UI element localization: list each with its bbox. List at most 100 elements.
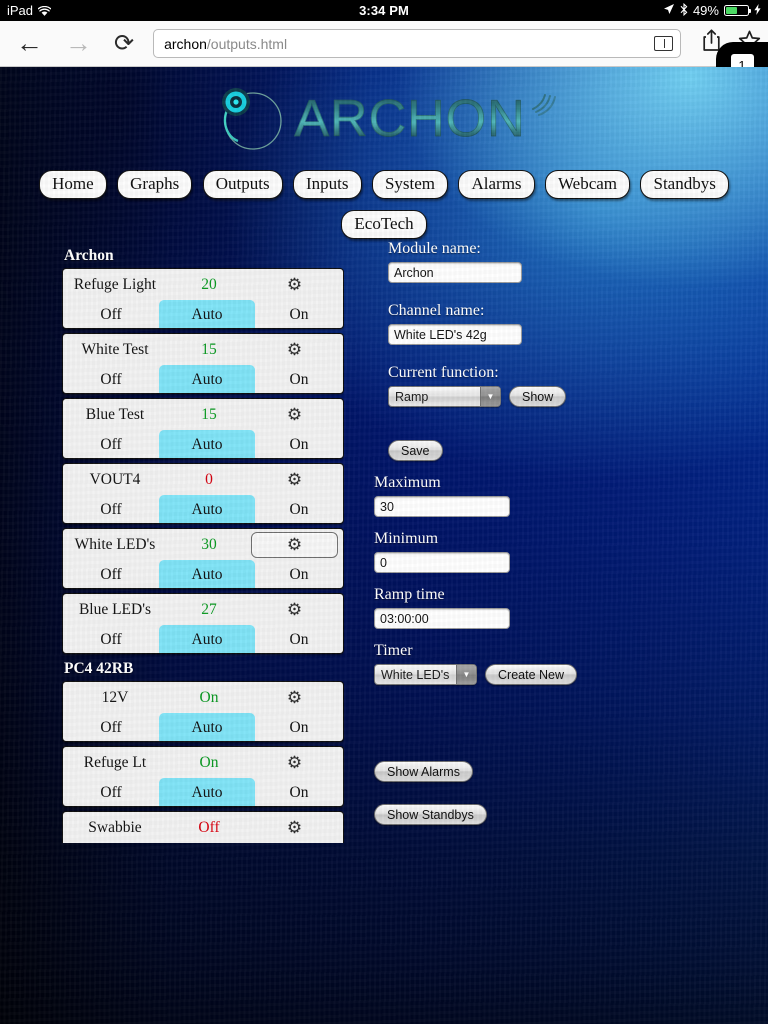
mode-on[interactable]: On — [255, 625, 343, 653]
chevron-down-icon: ▼ — [480, 387, 500, 406]
output-name: Refuge Lt — [83, 753, 147, 771]
nav-standbys[interactable]: Standbys — [640, 170, 729, 199]
mode-on[interactable]: On — [255, 365, 343, 393]
mode-segmented-control[interactable]: Off Auto On — [63, 560, 343, 588]
timer-label: Timer — [374, 642, 413, 659]
output-settings-button[interactable]: ⚙ — [251, 467, 338, 493]
forward-arrow-icon[interactable]: → — [65, 30, 92, 57]
create-new-button[interactable]: Create New — [485, 664, 577, 685]
output-name: Blue Test — [85, 405, 145, 423]
mode-segmented-control[interactable]: Off Auto On — [63, 430, 343, 458]
module-name-input[interactable] — [388, 262, 522, 283]
output-settings-button[interactable]: ⚙ — [251, 750, 338, 776]
mode-segmented-control[interactable]: Off Auto On — [63, 365, 343, 393]
output-card[interactable]: Swabbie Off ⚙ Off Auto On — [62, 811, 344, 843]
mode-segmented-control[interactable]: Off Auto On — [63, 778, 343, 806]
mode-off[interactable]: Off — [63, 778, 159, 806]
output-value: Off — [198, 818, 220, 836]
output-settings-button[interactable]: ⚙ — [251, 815, 338, 841]
output-value: 30 — [201, 535, 217, 553]
output-name: Refuge Light — [73, 275, 157, 293]
output-card[interactable]: Refuge Light 20 ⚙ Off Auto On — [62, 268, 344, 329]
mode-auto[interactable]: Auto — [159, 365, 255, 393]
output-settings-button[interactable]: ⚙ — [251, 402, 338, 428]
output-settings-button[interactable]: ⚙ — [251, 685, 338, 711]
show-standbys-button[interactable]: Show Standbys — [374, 804, 487, 825]
show-button[interactable]: Show — [509, 386, 567, 407]
output-settings-button[interactable]: ⚙ — [251, 597, 338, 623]
wifi-icon — [37, 5, 52, 16]
output-card-selected[interactable]: White LED's 30 ⚙ Off Auto On — [62, 528, 344, 589]
nav-inputs[interactable]: Inputs — [293, 170, 362, 199]
panel-action-buttons: Show Alarms Show Standbys — [374, 761, 487, 847]
chevron-down-icon: ▼ — [456, 665, 476, 684]
save-button[interactable]: Save — [388, 440, 443, 461]
archon-logo: ARCHON — [0, 79, 768, 159]
mode-on[interactable]: On — [255, 300, 343, 328]
status-left: iPad — [0, 3, 253, 18]
mode-auto[interactable]: Auto — [159, 713, 255, 741]
module-name-label: Module name: — [388, 240, 481, 257]
mode-segmented-control[interactable]: Off Auto On — [63, 300, 343, 328]
output-card[interactable]: Blue Test 15 ⚙ Off Auto On — [62, 398, 344, 459]
channel-name-label: Channel name: — [388, 302, 485, 319]
output-card[interactable]: White Test 15 ⚙ Off Auto On — [62, 333, 344, 394]
back-arrow-icon[interactable]: ← — [16, 30, 43, 57]
output-card[interactable]: VOUT4 0 ⚙ Off Auto On — [62, 463, 344, 524]
mode-off[interactable]: Off — [63, 560, 159, 588]
mode-auto[interactable]: Auto — [159, 495, 255, 523]
mode-on[interactable]: On — [255, 713, 343, 741]
show-alarms-button[interactable]: Show Alarms — [374, 761, 473, 782]
mode-off[interactable]: Off — [63, 713, 159, 741]
output-settings-button[interactable]: ⚙ — [251, 531, 338, 558]
current-function-select[interactable]: Ramp ▼ — [388, 386, 501, 407]
mode-on[interactable]: On — [255, 560, 343, 588]
mode-auto[interactable]: Auto — [159, 300, 255, 328]
nav-webcam[interactable]: Webcam — [544, 170, 631, 199]
output-settings-button[interactable]: ⚙ — [251, 337, 338, 363]
output-settings-button[interactable]: ⚙ — [251, 272, 338, 298]
nav-alarms[interactable]: Alarms — [458, 170, 535, 199]
output-card-header: VOUT4 0 ⚙ — [63, 464, 343, 495]
mode-segmented-control[interactable]: Off Auto On — [63, 495, 343, 523]
mode-off[interactable]: Off — [63, 495, 159, 523]
url-text: archon/outputs.html — [164, 36, 654, 52]
mode-auto[interactable]: Auto — [159, 560, 255, 588]
minimum-input[interactable] — [374, 552, 510, 573]
nav-ecotech[interactable]: EcoTech — [341, 210, 427, 239]
mode-auto[interactable]: Auto — [159, 430, 255, 458]
timer-select[interactable]: White LED's ▼ — [374, 664, 477, 685]
mode-on[interactable]: On — [255, 495, 343, 523]
output-card[interactable]: Refuge Lt On ⚙ Off Auto On — [62, 746, 344, 807]
channel-name-input[interactable] — [388, 324, 522, 345]
output-card[interactable]: 12V On ⚙ Off Auto On — [62, 681, 344, 742]
output-card[interactable]: Blue LED's 27 ⚙ Off Auto On — [62, 593, 344, 654]
ios-status-bar: iPad 3:34 PM 49% — [0, 0, 768, 21]
main-nav-row-1: Home Graphs Outputs Inputs System Alarms… — [0, 170, 768, 199]
outputs-list[interactable]: Archon Refuge Light 20 ⚙ Off Auto On Whi… — [62, 247, 344, 843]
reader-view-icon[interactable] — [654, 36, 673, 51]
output-card-header: Refuge Lt On ⚙ — [63, 747, 343, 778]
nav-system[interactable]: System — [371, 170, 449, 199]
mode-off[interactable]: Off — [63, 625, 159, 653]
mode-segmented-control[interactable]: Off Auto On — [63, 625, 343, 653]
mode-segmented-control[interactable]: Off Auto On — [63, 713, 343, 741]
maximum-input[interactable] — [374, 496, 510, 517]
output-name: Swabbie — [88, 818, 142, 836]
reload-icon[interactable]: ⟳ — [114, 29, 134, 58]
mode-auto[interactable]: Auto — [159, 625, 255, 653]
mode-off[interactable]: Off — [63, 300, 159, 328]
ramp-time-input[interactable] — [374, 608, 510, 629]
nav-graphs[interactable]: Graphs — [117, 170, 193, 199]
output-name: Blue LED's — [78, 600, 152, 618]
mode-auto[interactable]: Auto — [159, 778, 255, 806]
gear-icon: ⚙ — [286, 535, 303, 554]
location-arrow-icon — [663, 3, 675, 18]
mode-off[interactable]: Off — [63, 430, 159, 458]
mode-off[interactable]: Off — [63, 365, 159, 393]
mode-on[interactable]: On — [255, 430, 343, 458]
nav-home[interactable]: Home — [39, 170, 107, 199]
address-bar[interactable]: archon/outputs.html — [153, 29, 681, 58]
nav-outputs[interactable]: Outputs — [202, 170, 283, 199]
mode-on[interactable]: On — [255, 778, 343, 806]
